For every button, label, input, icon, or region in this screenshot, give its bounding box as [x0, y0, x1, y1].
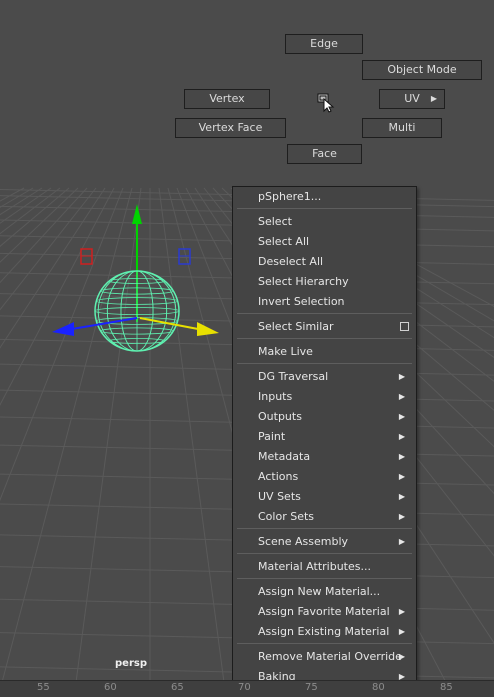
time-slider[interactable]: 55 60 65 70 75 80 85: [0, 680, 494, 697]
menu-divider: [237, 553, 412, 554]
menu-item-uv-sets[interactable]: UV Sets ▶: [234, 487, 415, 507]
mm-uv-label: UV: [404, 92, 420, 105]
menu-item-deselect-all[interactable]: Deselect All: [234, 252, 415, 272]
menu-item-label: pSphere1...: [258, 190, 322, 203]
menu-divider: [237, 528, 412, 529]
submenu-arrow-icon: ▶: [398, 412, 405, 421]
timeline-tick: 60: [104, 682, 117, 693]
submenu-arrow-icon: ▶: [398, 627, 405, 636]
submenu-arrow-icon: ▶: [398, 432, 405, 441]
timeline-tick: 65: [171, 682, 184, 693]
mm-edge-button[interactable]: Edge: [285, 34, 363, 54]
menu-item-label: Color Sets: [258, 510, 315, 523]
menu-item-label: DG Traversal: [258, 370, 329, 383]
mm-face-button[interactable]: Face: [287, 144, 362, 164]
timeline-tick: 70: [238, 682, 251, 693]
menu-item-label: Assign Favorite Material: [258, 605, 390, 618]
menu-item-label: Select Hierarchy: [258, 275, 349, 288]
menu-item-label: Scene Assembly: [258, 535, 349, 548]
z-axis-arrow: [52, 317, 138, 336]
menu-item-label: Deselect All: [258, 255, 324, 268]
menu-item-actions[interactable]: Actions ▶: [234, 467, 415, 487]
object-context-menu: pSphere1... Select Select All Deselect A…: [232, 186, 417, 688]
menu-item-object-name[interactable]: pSphere1...: [234, 187, 415, 207]
mm-multi-button[interactable]: Multi: [362, 118, 442, 138]
sphere-object[interactable]: [94, 270, 180, 352]
option-box-icon[interactable]: [400, 322, 409, 331]
menu-item-inputs[interactable]: Inputs ▶: [234, 387, 415, 407]
menu-divider: [237, 338, 412, 339]
menu-item-remove-material-override[interactable]: Remove Material Override ▶: [234, 647, 415, 667]
menu-item-label: Assign New Material...: [258, 585, 381, 598]
menu-item-metadata[interactable]: Metadata ▶: [234, 447, 415, 467]
menu-divider: [237, 208, 412, 209]
timeline-tick: 80: [372, 682, 385, 693]
menu-item-label: Material Attributes...: [258, 560, 371, 573]
menu-item-assign-favorite-material[interactable]: Assign Favorite Material ▶: [234, 602, 415, 622]
menu-item-label: Select Similar: [258, 320, 334, 333]
submenu-arrow-icon: ▶: [398, 472, 405, 481]
menu-item-label: Assign Existing Material: [258, 625, 390, 638]
submenu-arrow-icon: ▶: [398, 452, 405, 461]
menu-item-label: Actions: [258, 470, 299, 483]
menu-divider: [237, 363, 412, 364]
menu-item-label: Inputs: [258, 390, 293, 403]
menu-item-color-sets[interactable]: Color Sets ▶: [234, 507, 415, 527]
menu-item-dg-traversal[interactable]: DG Traversal ▶: [234, 367, 415, 387]
menu-item-material-attributes[interactable]: Material Attributes...: [234, 557, 415, 577]
menu-item-paint[interactable]: Paint ▶: [234, 427, 415, 447]
menu-item-label: Invert Selection: [258, 295, 345, 308]
menu-item-select[interactable]: Select: [234, 212, 415, 232]
submenu-arrow-icon: ▶: [398, 392, 405, 401]
menu-item-label: UV Sets: [258, 490, 301, 503]
timeline-tick: 85: [440, 682, 453, 693]
submenu-arrow-icon: ▶: [430, 94, 437, 103]
menu-item-label: Paint: [258, 430, 286, 443]
menu-item-invert-selection[interactable]: Invert Selection: [234, 292, 415, 312]
menu-item-label: Select All: [258, 235, 310, 248]
submenu-arrow-icon: ▶: [398, 512, 405, 521]
camera-label: persp: [115, 658, 147, 669]
menu-divider: [237, 313, 412, 314]
menu-divider: [237, 643, 412, 644]
menu-item-outputs[interactable]: Outputs ▶: [234, 407, 415, 427]
menu-item-assign-new-material[interactable]: Assign New Material...: [234, 582, 415, 602]
mm-object-mode-button[interactable]: Object Mode: [362, 60, 482, 80]
menu-item-select-all[interactable]: Select All: [234, 232, 415, 252]
menu-item-select-hierarchy[interactable]: Select Hierarchy: [234, 272, 415, 292]
menu-item-scene-assembly[interactable]: Scene Assembly ▶: [234, 532, 415, 552]
submenu-arrow-icon: ▶: [398, 652, 405, 661]
menu-item-assign-existing-material[interactable]: Assign Existing Material ▶: [234, 622, 415, 642]
submenu-arrow-icon: ▶: [398, 537, 405, 546]
timeline-tick: 55: [37, 682, 50, 693]
mm-vertex-face-button[interactable]: Vertex Face: [175, 118, 286, 138]
mm-vertex-button[interactable]: Vertex: [184, 89, 270, 109]
submenu-arrow-icon: ▶: [398, 607, 405, 616]
menu-divider: [237, 578, 412, 579]
menu-item-label: Remove Material Override: [258, 650, 402, 663]
submenu-arrow-icon: ▶: [398, 492, 405, 501]
menu-item-select-similar[interactable]: Select Similar: [234, 317, 415, 337]
menu-item-label: Outputs: [258, 410, 302, 423]
menu-item-label: Metadata: [258, 450, 311, 463]
menu-item-make-live[interactable]: Make Live: [234, 342, 415, 362]
menu-item-label: Make Live: [258, 345, 313, 358]
red-handle-icon: [80, 248, 93, 265]
mouse-cursor-icon: [317, 93, 335, 113]
submenu-arrow-icon: ▶: [398, 372, 405, 381]
mm-uv-button[interactable]: UV ▶: [379, 89, 445, 109]
menu-item-label: Select: [258, 215, 292, 228]
timeline-tick: 75: [305, 682, 318, 693]
